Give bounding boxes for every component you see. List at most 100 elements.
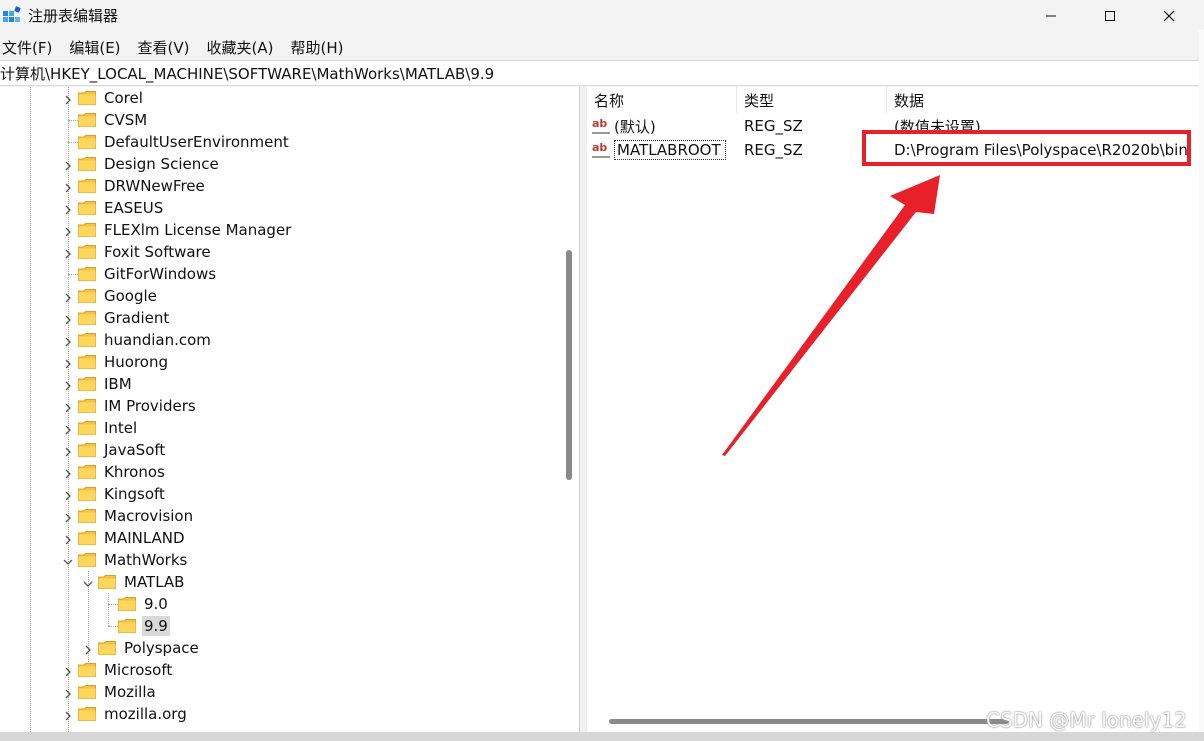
folder-icon (78, 311, 96, 325)
chevron-right-icon[interactable] (62, 202, 74, 215)
close-button[interactable] (1140, 0, 1198, 32)
folder-icon (78, 201, 96, 215)
chevron-right-icon[interactable] (62, 664, 74, 677)
tree-item-label: Foxit Software (104, 243, 211, 261)
tree-item[interactable]: Kingsoft (62, 483, 167, 505)
chevron-right-icon[interactable] (82, 642, 94, 655)
tree-item[interactable]: DRWNewFree (62, 175, 207, 197)
menu-file[interactable]: 文件(F) (0, 37, 61, 58)
value-type: REG_SZ (744, 141, 803, 159)
chevron-right-icon[interactable] (62, 422, 74, 435)
chevron-right-icon[interactable] (62, 158, 74, 171)
value-name: (默认) (614, 117, 656, 136)
tree-item[interactable]: EASEUS (62, 197, 165, 219)
chevron-right-icon[interactable] (62, 510, 74, 523)
tree-item[interactable]: Polyspace (82, 637, 201, 659)
tree-item[interactable]: DefaultUserEnvironment (62, 131, 291, 153)
tree-item-label: Microsoft (104, 661, 173, 679)
chevron-right-icon[interactable] (62, 686, 74, 699)
tree-item[interactable]: mozilla.org (62, 703, 189, 725)
chevron-right-icon[interactable] (62, 246, 74, 259)
tree-item[interactable]: MathWorks (62, 549, 189, 571)
menu-favorites[interactable]: 收藏夹(A) (205, 37, 283, 58)
folder-icon (78, 289, 96, 303)
chevron-down-icon[interactable] (82, 576, 94, 588)
chevron-right-icon[interactable] (62, 400, 74, 413)
tree-item[interactable]: Huorong (62, 351, 170, 373)
key-tree[interactable]: Corel CVSM DefaultUserEnvironment Design Sc… (0, 87, 580, 732)
tree-item-label: JavaSoft (104, 441, 166, 459)
close-icon (1163, 10, 1175, 22)
tree-connector (62, 136, 74, 148)
tree-item[interactable]: Intel (62, 417, 139, 439)
tree-item[interactable]: Gradient (62, 307, 171, 329)
chevron-right-icon[interactable] (62, 356, 74, 369)
chevron-right-icon[interactable] (62, 334, 74, 347)
column-type-header[interactable]: 类型 (737, 87, 887, 113)
menu-edit[interactable]: 编辑(E) (67, 37, 129, 58)
tree-item[interactable]: IM Providers (62, 395, 198, 417)
minimize-button[interactable] (1022, 0, 1080, 32)
title-bar: 注册表编辑器 (0, 0, 1204, 32)
folder-icon (78, 157, 96, 171)
tree-item-label: MATLAB (124, 573, 185, 591)
menu-view[interactable]: 查看(V) (136, 37, 199, 58)
folder-icon (118, 597, 136, 611)
tree-item[interactable]: Design Science (62, 153, 221, 175)
tree-item-label: Design Science (104, 155, 219, 173)
folder-icon (78, 113, 96, 127)
tree-item[interactable]: Google (62, 285, 159, 307)
tree-item[interactable]: JavaSoft (62, 439, 167, 461)
chevron-right-icon[interactable] (62, 444, 74, 457)
regedit-icon (3, 6, 21, 22)
chevron-right-icon[interactable] (62, 708, 74, 721)
chevron-right-icon[interactable] (62, 466, 74, 479)
folder-icon (78, 553, 96, 567)
chevron-right-icon[interactable] (62, 92, 74, 105)
tree-item[interactable]: GitForWindows (62, 263, 218, 285)
tree-item[interactable]: CVSM (62, 109, 149, 131)
folder-icon (78, 465, 96, 479)
tree-item-label: IBM (104, 375, 132, 393)
tree-scrollbar[interactable] (566, 250, 572, 480)
tree-item[interactable]: Mozilla (62, 681, 158, 703)
tree-connector (102, 620, 114, 632)
values-list[interactable]: 名称 类型 数据 ab (默认) REG_SZ (数值未设置) ab MATLA… (587, 87, 1200, 732)
folder-icon (118, 619, 136, 633)
chevron-right-icon[interactable] (62, 290, 74, 303)
values-scrollbar[interactable] (609, 719, 1009, 724)
tree-item[interactable]: Microsoft (62, 659, 174, 681)
column-name-header[interactable]: 名称 (587, 87, 737, 113)
window-title: 注册表编辑器 (28, 7, 119, 25)
chevron-right-icon[interactable] (62, 180, 74, 193)
chevron-right-icon[interactable] (62, 378, 74, 391)
tree-item[interactable]: IBM (62, 373, 134, 395)
chevron-right-icon[interactable] (62, 312, 74, 325)
chevron-down-icon[interactable] (62, 554, 74, 566)
tree-item-label: GitForWindows (104, 265, 217, 283)
tree-item[interactable]: Foxit Software (62, 241, 213, 263)
chevron-right-icon[interactable] (62, 488, 74, 501)
tree-item[interactable]: Khronos (62, 461, 167, 483)
folder-icon (78, 663, 96, 677)
tree-item-label: Huorong (104, 353, 169, 371)
column-data-header[interactable]: 数据 (887, 87, 1200, 113)
folder-icon (78, 135, 96, 149)
menu-help[interactable]: 帮助(H) (288, 37, 352, 58)
tree-item[interactable]: Macrovision (62, 505, 195, 527)
tree-item[interactable]: MAINLAND (62, 527, 187, 549)
maximize-button[interactable] (1081, 0, 1139, 32)
tree-item[interactable]: huandian.com (62, 329, 213, 351)
string-value-icon: ab (592, 142, 610, 158)
tree-item[interactable]: 9.0 (102, 593, 170, 615)
tree-item-label: Intel (104, 419, 138, 437)
address-bar[interactable]: 计算机\HKEY_LOCAL_MACHINE\SOFTWARE\MathWork… (0, 60, 1204, 86)
tree-item[interactable]: Corel (62, 87, 145, 109)
tree-item[interactable]: FLEXlm License Manager (62, 219, 293, 241)
tree-item[interactable]: MATLAB (82, 571, 186, 593)
tree-connector (62, 114, 74, 126)
tree-item[interactable]: 9.9 (102, 615, 170, 637)
value-type: REG_SZ (744, 117, 803, 135)
chevron-right-icon[interactable] (62, 224, 74, 237)
chevron-right-icon[interactable] (62, 532, 74, 545)
